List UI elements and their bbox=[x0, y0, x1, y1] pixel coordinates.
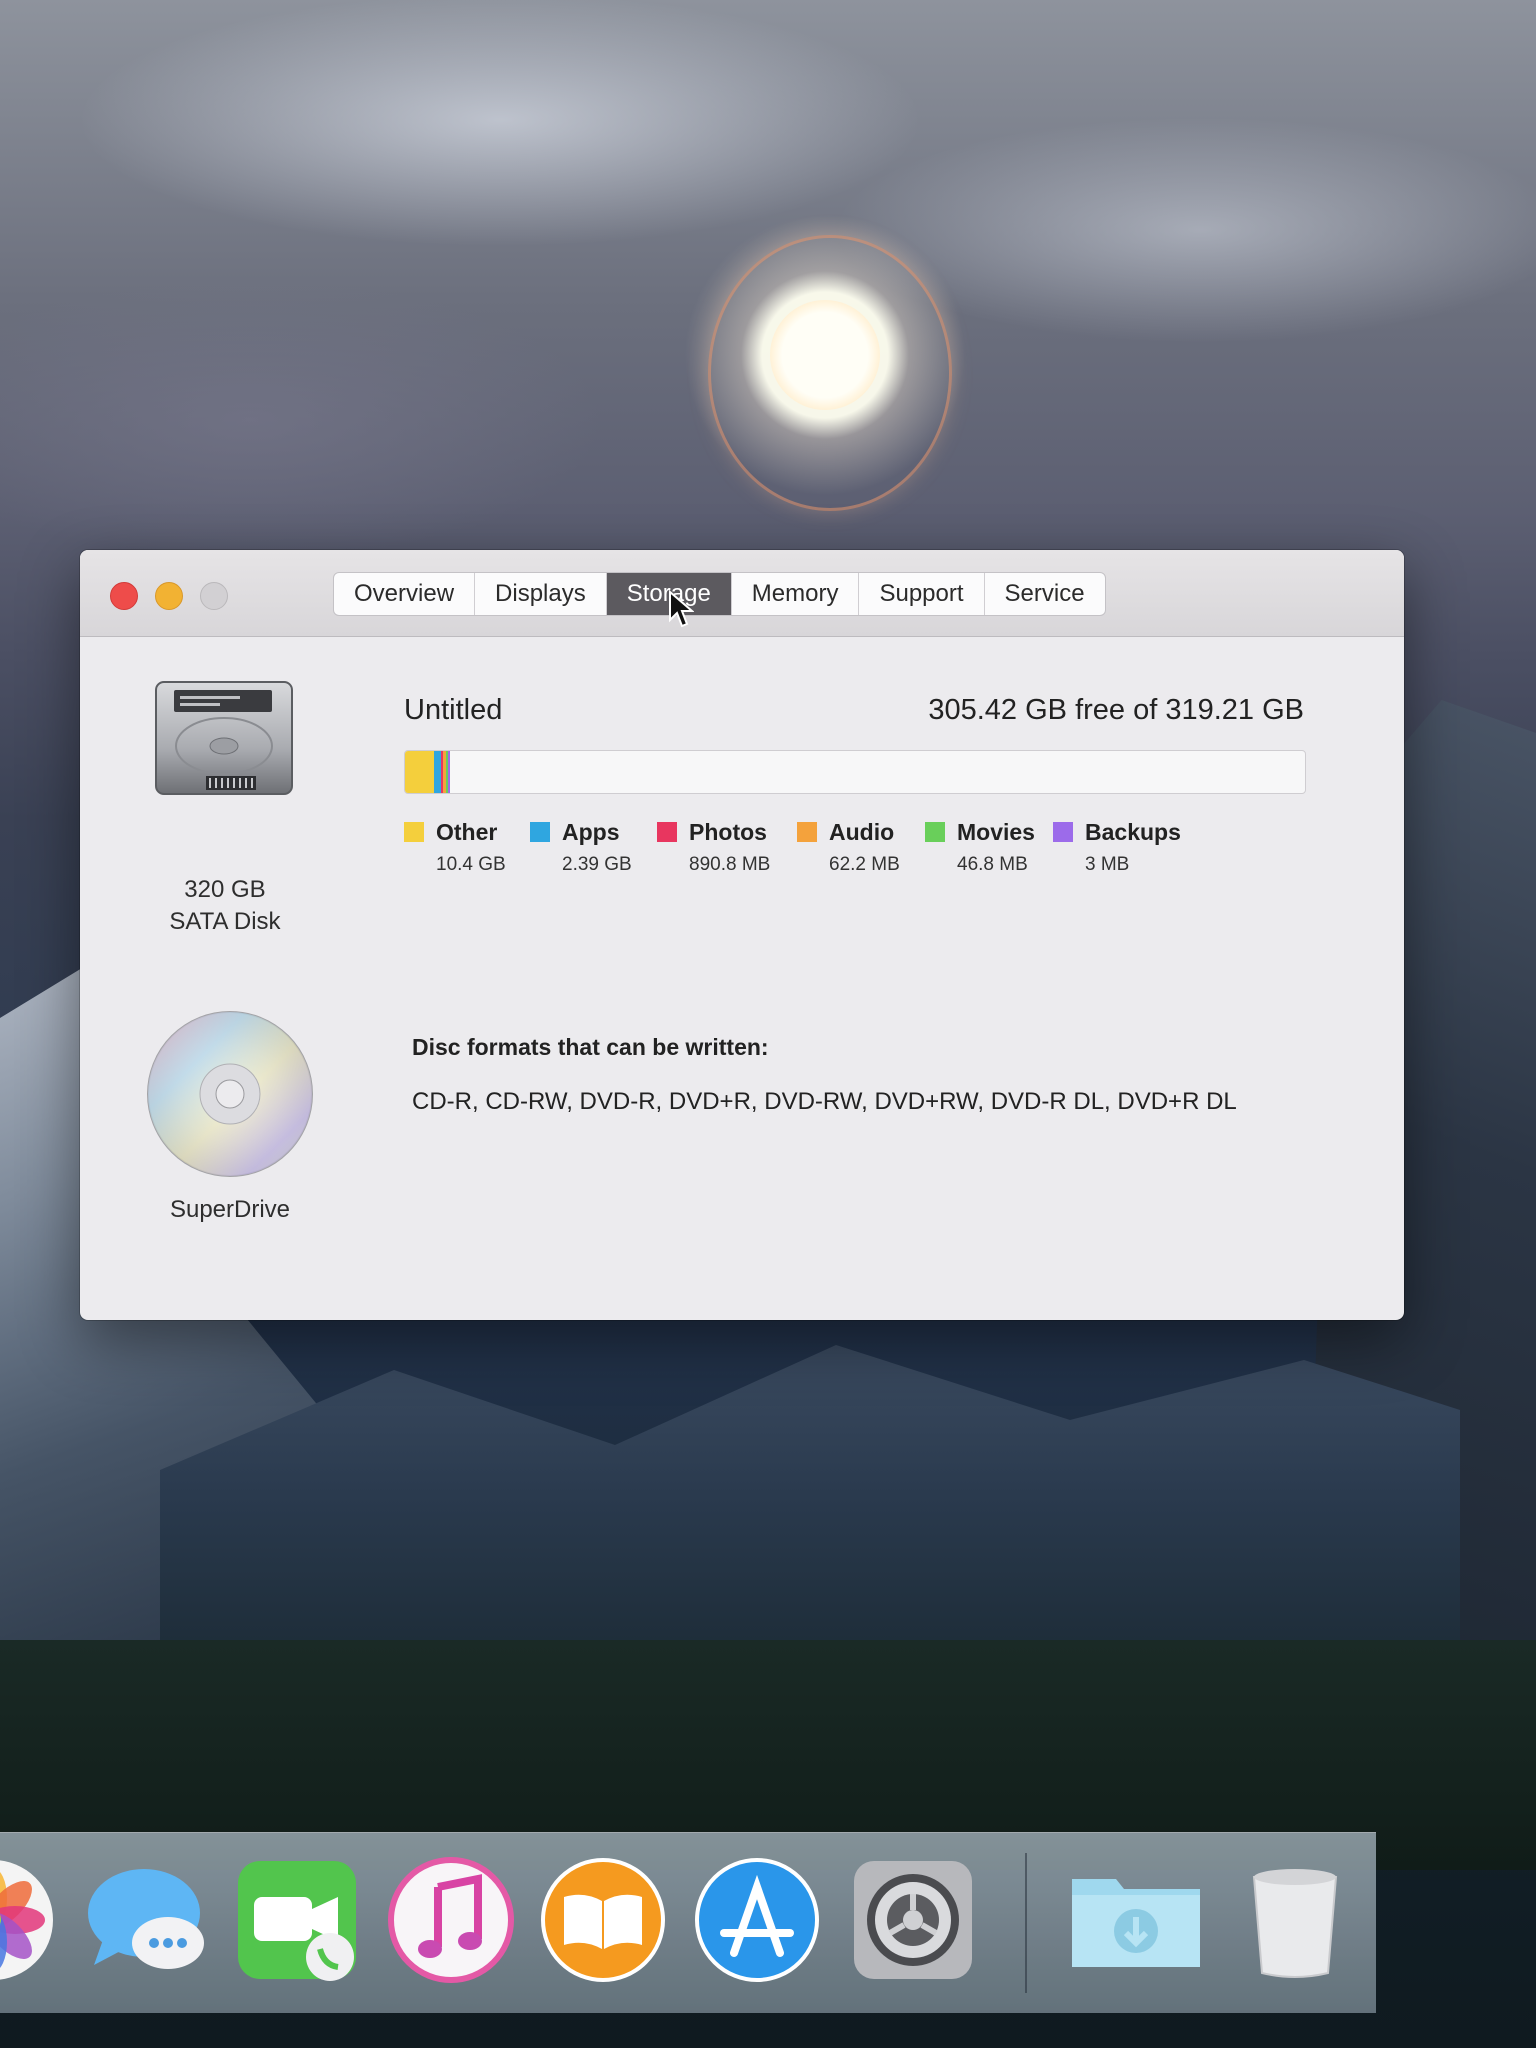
legend-label-other: Other bbox=[436, 818, 498, 845]
legend-size-movies: 46.8 MB bbox=[957, 854, 1028, 875]
app-store-icon[interactable] bbox=[694, 1857, 820, 1983]
legend-size-other: 10.4 GB bbox=[436, 854, 506, 875]
photos-icon[interactable] bbox=[0, 1857, 56, 1983]
dock-separator bbox=[1025, 1853, 1027, 1993]
bar-segment-apps bbox=[434, 751, 441, 793]
volume-name: Untitled bbox=[404, 694, 503, 726]
system-preferences-icon[interactable] bbox=[850, 1857, 976, 1983]
legend-item-movies: Movies 46.8 MB bbox=[925, 816, 1053, 876]
storage-pane: 320 GB SATA Disk Untitled 305.42 GB free… bbox=[80, 636, 1404, 1320]
superdrive-label: SuperDrive bbox=[169, 1196, 291, 1223]
storage-legend: Other 10.4 GB Apps 2.39 GB Photos 890.8 … bbox=[404, 816, 1193, 876]
legend-label-apps: Apps bbox=[562, 818, 620, 845]
swatch-apps bbox=[530, 822, 550, 842]
bar-segment-other bbox=[405, 751, 435, 793]
zoom-button[interactable] bbox=[200, 582, 228, 610]
hdd-type: SATA Disk bbox=[169, 908, 281, 935]
legend-size-audio: 62.2 MB bbox=[829, 854, 900, 875]
swatch-photos bbox=[657, 822, 677, 842]
volume-free-space: 305.42 GB free of 319.21 GB bbox=[928, 694, 1304, 726]
tab-displays[interactable]: Displays bbox=[475, 573, 607, 615]
legend-label-photos: Photos bbox=[689, 818, 767, 845]
legend-item-other: Other 10.4 GB bbox=[404, 816, 530, 876]
legend-item-apps: Apps 2.39 GB bbox=[530, 816, 657, 876]
swatch-other bbox=[404, 822, 424, 842]
swatch-backups bbox=[1053, 822, 1073, 842]
swatch-audio bbox=[797, 822, 817, 842]
title-bar: Overview Displays Storage Memory Support… bbox=[80, 550, 1404, 637]
tab-memory[interactable]: Memory bbox=[732, 573, 860, 615]
legend-item-backups: Backups 3 MB bbox=[1053, 816, 1193, 876]
itunes-icon[interactable] bbox=[388, 1857, 514, 1983]
legend-item-audio: Audio 62.2 MB bbox=[797, 816, 925, 876]
facetime-icon[interactable] bbox=[234, 1857, 360, 1983]
tab-support[interactable]: Support bbox=[859, 573, 985, 615]
mouse-cursor-icon bbox=[669, 590, 694, 628]
tab-overview[interactable]: Overview bbox=[334, 573, 476, 615]
legend-label-movies: Movies bbox=[957, 818, 1035, 845]
storage-usage-bar bbox=[404, 750, 1306, 794]
downloads-folder-icon[interactable] bbox=[1066, 1857, 1206, 1983]
sun bbox=[770, 300, 880, 410]
legend-size-apps: 2.39 GB bbox=[562, 854, 632, 875]
hard-disk-icon bbox=[155, 681, 293, 795]
ibooks-icon[interactable] bbox=[540, 1857, 666, 1983]
minimize-button[interactable] bbox=[155, 582, 183, 610]
swatch-movies bbox=[925, 822, 945, 842]
messages-icon[interactable] bbox=[84, 1857, 210, 1983]
hdd-label: 320 GB SATA Disk bbox=[130, 874, 320, 938]
legend-label-backups: Backups bbox=[1085, 818, 1181, 845]
legend-size-photos: 890.8 MB bbox=[689, 854, 771, 875]
disc-formats-list: CD-R, CD-RW, DVD-R, DVD+R, DVD-RW, DVD+R… bbox=[412, 1088, 1237, 1115]
legend-size-backups: 3 MB bbox=[1085, 854, 1130, 875]
disc-formats-heading: Disc formats that can be written: bbox=[412, 1034, 769, 1060]
tab-bar: Overview Displays Storage Memory Support… bbox=[333, 572, 1106, 616]
about-this-mac-window: Overview Displays Storage Memory Support… bbox=[80, 550, 1404, 1320]
optical-disc-icon bbox=[147, 1011, 313, 1177]
tab-service[interactable]: Service bbox=[985, 573, 1105, 615]
hdd-capacity: 320 GB bbox=[184, 876, 266, 903]
trash-icon[interactable] bbox=[1232, 1857, 1358, 1983]
legend-label-audio: Audio bbox=[829, 818, 895, 845]
close-button[interactable] bbox=[110, 582, 138, 610]
dock bbox=[0, 1832, 1376, 2013]
legend-item-photos: Photos 890.8 MB bbox=[657, 816, 797, 876]
bar-segment-backups bbox=[447, 751, 451, 793]
